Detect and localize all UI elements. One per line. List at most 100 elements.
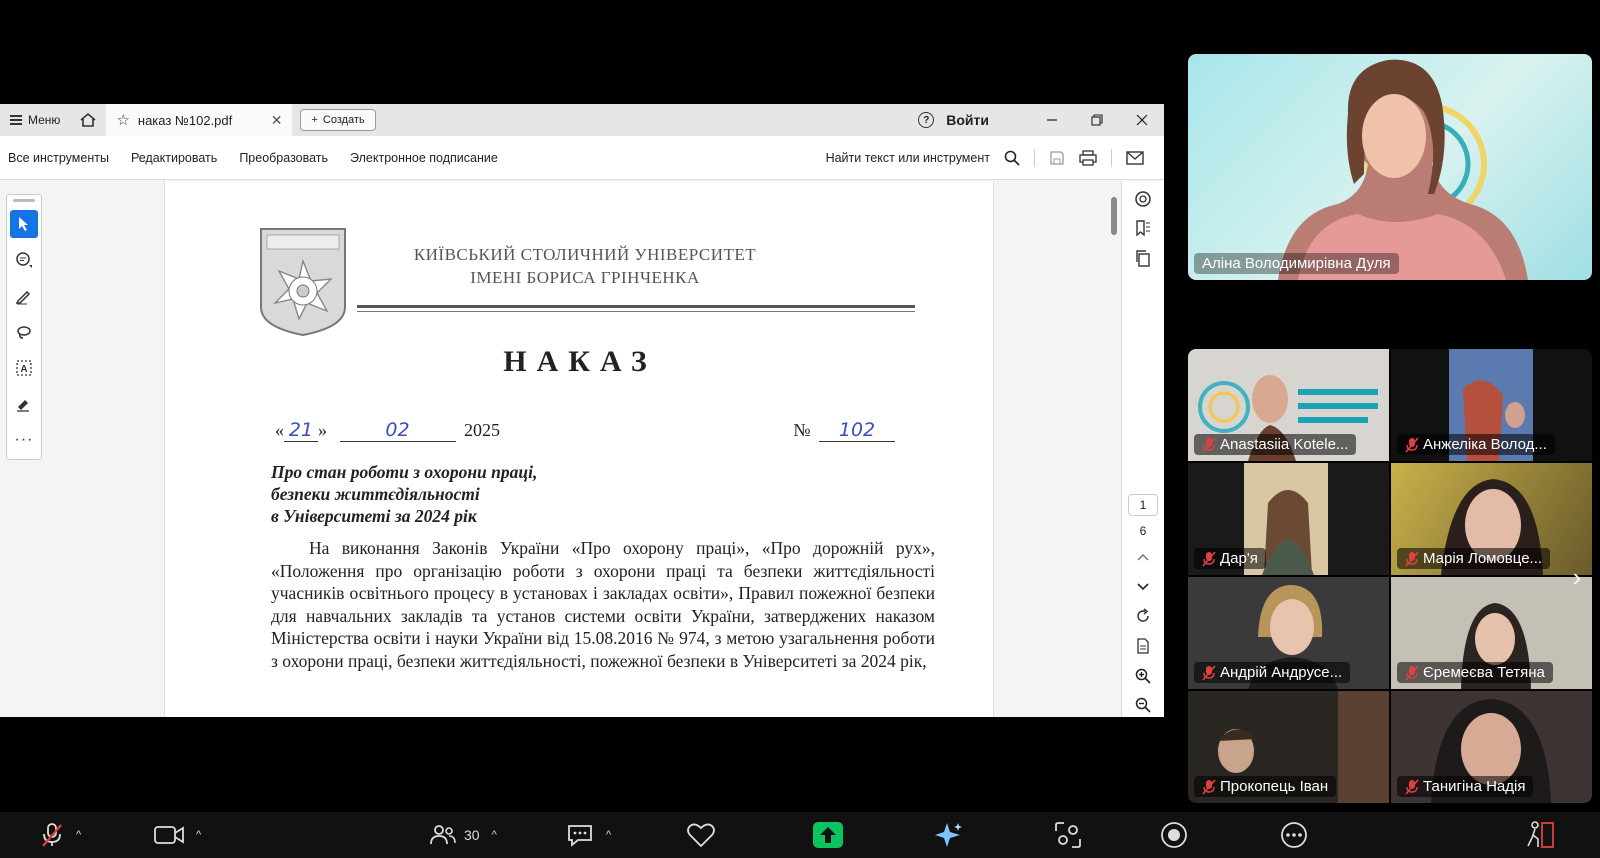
ai-companion-button[interactable] bbox=[934, 818, 964, 852]
participant-tile[interactable]: Танигіна Надія bbox=[1391, 691, 1592, 803]
page-up-button[interactable] bbox=[1129, 545, 1157, 569]
camera-icon bbox=[154, 826, 184, 844]
university-name-line2: ІМЕНІ БОРИСА ГРІНЧЕНКА bbox=[470, 268, 700, 287]
select-tool[interactable] bbox=[10, 210, 38, 238]
chat-button[interactable]: ^ bbox=[566, 818, 611, 852]
more-button[interactable] bbox=[1280, 818, 1308, 852]
mail-icon[interactable] bbox=[1126, 150, 1144, 165]
ai-assistant-button[interactable] bbox=[1129, 187, 1157, 211]
close-tab-icon[interactable]: ✕ bbox=[271, 112, 283, 129]
participant-tile[interactable]: Андрій Андрусе... bbox=[1188, 577, 1389, 689]
page-down-button[interactable] bbox=[1129, 575, 1157, 599]
mic-button[interactable]: ^ bbox=[40, 818, 81, 852]
scrollbar-thumb[interactable] bbox=[1111, 197, 1117, 235]
next-page-chevron-icon[interactable]: › bbox=[1566, 562, 1588, 592]
comment-tool[interactable] bbox=[10, 246, 38, 274]
hamburger-icon bbox=[10, 115, 22, 125]
document-tab-title: наказ №102.pdf bbox=[137, 112, 233, 128]
zoom-in-button[interactable] bbox=[1129, 664, 1157, 688]
camera-button[interactable]: ^ bbox=[154, 818, 201, 852]
panel-grip[interactable] bbox=[13, 199, 35, 202]
mic-options-chevron-icon[interactable]: ^ bbox=[76, 829, 81, 841]
date-month: 02 bbox=[339, 419, 456, 442]
bookmarks-button[interactable] bbox=[1129, 217, 1157, 241]
participant-tile[interactable]: Анжеліка Волод... bbox=[1391, 349, 1592, 461]
acrobat-toolbar: Все инструменты Редактировать Преобразов… bbox=[0, 136, 1164, 180]
zoom-out-button[interactable] bbox=[1129, 693, 1157, 717]
search-label[interactable]: Найти текст или инструмент bbox=[826, 151, 990, 165]
page-fit-button[interactable] bbox=[1129, 634, 1157, 658]
restore-icon[interactable] bbox=[1074, 104, 1119, 136]
participants-options-chevron-icon[interactable]: ^ bbox=[492, 829, 497, 841]
apps-button[interactable] bbox=[1054, 818, 1082, 852]
participant-name: Дар'я bbox=[1220, 550, 1258, 567]
print-icon[interactable] bbox=[1079, 149, 1097, 166]
participant-tile[interactable]: Єремеєва Тетяна bbox=[1391, 577, 1592, 689]
convert-menu[interactable]: Преобразовать bbox=[228, 151, 339, 165]
document-tab[interactable]: ☆ наказ №102.pdf ✕ bbox=[106, 104, 293, 136]
participants-button[interactable]: 30 ^ bbox=[430, 818, 497, 852]
sparkle-icon bbox=[935, 823, 962, 847]
close-window-icon[interactable] bbox=[1119, 104, 1164, 136]
right-rail: 1 6 bbox=[1121, 181, 1164, 717]
text-recognition-tool[interactable]: A bbox=[10, 354, 38, 382]
home-icon bbox=[80, 112, 96, 127]
record-button[interactable] bbox=[1160, 818, 1188, 852]
lasso-tool[interactable] bbox=[10, 318, 38, 346]
participant-name-tag: Єремеєва Тетяна bbox=[1397, 662, 1553, 683]
create-button[interactable]: + Создать bbox=[300, 109, 376, 131]
camera-options-chevron-icon[interactable]: ^ bbox=[196, 829, 201, 841]
muted-mic-icon bbox=[1405, 550, 1419, 567]
all-tools-menu[interactable]: Все инструменты bbox=[0, 151, 120, 165]
participants-icon bbox=[430, 825, 456, 845]
star-icon[interactable]: ☆ bbox=[116, 111, 129, 129]
presenter-video-tile[interactable]: Аліна Володимирівна Дуля bbox=[1188, 54, 1592, 280]
participant-tile[interactable]: Марія Ломовце... bbox=[1391, 463, 1592, 575]
participant-name-tag: Прокопець Іван bbox=[1194, 776, 1337, 797]
fill-sign-tool[interactable] bbox=[10, 390, 38, 418]
help-icon[interactable]: ? bbox=[918, 112, 935, 128]
more-dots-icon: ··· bbox=[14, 431, 34, 448]
date-year: 2025 bbox=[464, 420, 500, 440]
toolbar-right: Найти текст или инструмент bbox=[826, 148, 1164, 167]
edit-menu[interactable]: Редактировать bbox=[120, 151, 228, 165]
highlight-tool[interactable] bbox=[10, 282, 38, 310]
reactions-button[interactable] bbox=[686, 818, 716, 852]
rotate-button[interactable] bbox=[1129, 605, 1157, 629]
order-number-label: № bbox=[793, 420, 811, 440]
comment-icon bbox=[16, 252, 32, 268]
leave-button[interactable] bbox=[1524, 818, 1556, 852]
title-bar-right: ? Войти bbox=[918, 104, 1164, 136]
menu-button[interactable]: Меню bbox=[0, 104, 70, 136]
minimize-icon[interactable] bbox=[1029, 104, 1074, 136]
total-pages: 6 bbox=[1139, 524, 1147, 539]
esign-menu[interactable]: Электронное подписание bbox=[339, 151, 509, 165]
rotate-icon bbox=[1137, 608, 1149, 623]
chevron-up-icon bbox=[1137, 554, 1149, 561]
toolbar-separator bbox=[1111, 148, 1112, 167]
save-icon[interactable] bbox=[1049, 150, 1065, 166]
university-name: КИЇВСЬКИЙ СТОЛИЧНИЙ УНІВЕРСИТЕТ ІМЕНІ БО… bbox=[355, 243, 815, 289]
more-tools-button[interactable]: ··· bbox=[10, 426, 38, 454]
date-open-quote: « bbox=[275, 420, 284, 440]
home-button[interactable] bbox=[70, 104, 106, 136]
vertical-scrollbar[interactable] bbox=[1109, 181, 1119, 717]
menu-label: Меню bbox=[28, 113, 61, 127]
current-page-input[interactable]: 1 bbox=[1128, 493, 1158, 517]
participant-name: Прокопець Іван bbox=[1220, 778, 1329, 795]
search-icon[interactable] bbox=[1004, 150, 1020, 166]
sign-in-button[interactable]: Войти bbox=[946, 112, 989, 128]
heart-icon bbox=[687, 823, 715, 848]
chat-options-chevron-icon[interactable]: ^ bbox=[606, 829, 611, 841]
document-view[interactable]: КИЇВСЬКИЙ СТОЛИЧНИЙ УНІВЕРСИТЕТ ІМЕНІ БО… bbox=[44, 181, 1108, 717]
participant-tile[interactable]: Дар'я bbox=[1188, 463, 1389, 575]
participant-name-tag: Танигіна Надія bbox=[1397, 776, 1534, 797]
muted-mic-icon bbox=[1202, 436, 1216, 453]
subject-line2: безпеки життєдіяльності bbox=[271, 484, 480, 504]
participant-tile[interactable]: Прокопець Іван bbox=[1188, 691, 1389, 803]
pages-button[interactable] bbox=[1129, 246, 1157, 270]
participant-tile[interactable]: Anastasiia Kotele... bbox=[1188, 349, 1389, 461]
presenter-video-frame bbox=[1278, 59, 1528, 280]
subject-line1: Про стан роботи з охорони праці, bbox=[271, 462, 538, 482]
share-screen-button[interactable] bbox=[812, 818, 844, 852]
